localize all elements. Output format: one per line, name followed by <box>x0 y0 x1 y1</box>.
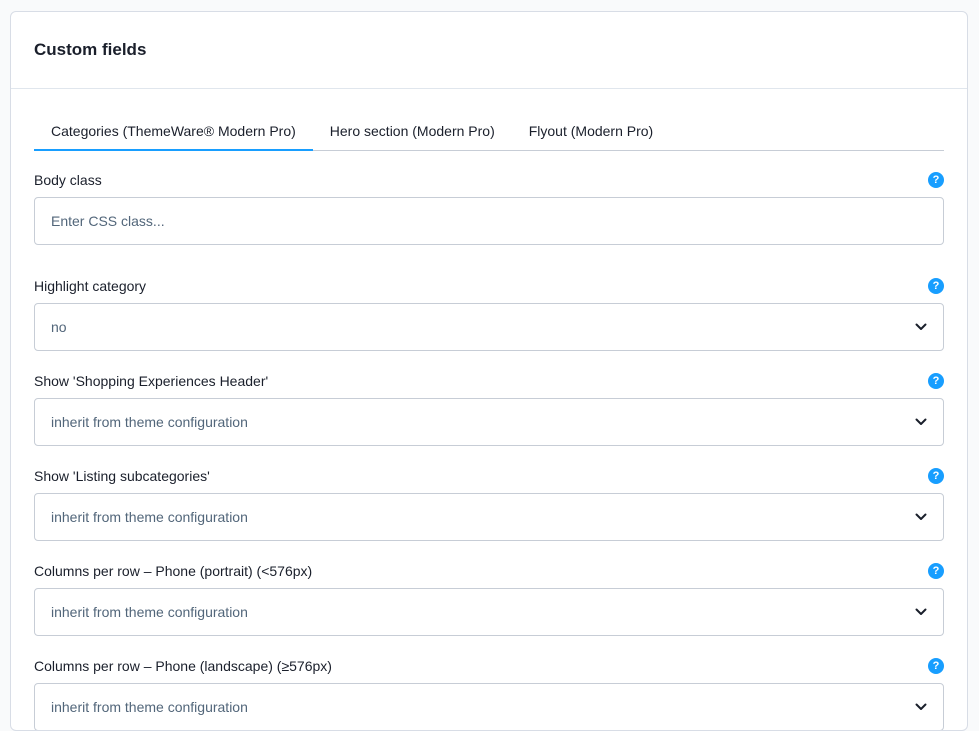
chevron-down-icon <box>915 321 927 333</box>
tab-bar: Categories (ThemeWare® Modern Pro) Hero … <box>34 111 944 151</box>
tab-flyout[interactable]: Flyout (Modern Pro) <box>512 111 670 150</box>
help-icon[interactable]: ? <box>928 278 944 294</box>
field-listing-subcategories: Show 'Listing subcategories' ? inherit f… <box>34 467 944 541</box>
select-value: inherit from theme configuration <box>51 509 248 525</box>
field-label-row: Columns per row – Phone (landscape) (≥57… <box>34 657 944 675</box>
tab-label: Categories (ThemeWare® Modern Pro) <box>51 122 296 139</box>
custom-fields-card: Custom fields Categories (ThemeWare® Mod… <box>10 11 968 731</box>
chevron-down-icon <box>915 701 927 713</box>
shopping-experiences-header-label: Show 'Shopping Experiences Header' <box>34 373 269 389</box>
columns-phone-portrait-select[interactable]: inherit from theme configuration <box>34 588 944 636</box>
tab-label: Hero section (Modern Pro) <box>329 122 495 139</box>
field-label-row: Columns per row – Phone (portrait) (<576… <box>34 562 944 580</box>
chevron-down-icon <box>915 416 927 428</box>
help-icon[interactable]: ? <box>928 563 944 579</box>
body-class-input[interactable] <box>34 197 944 245</box>
card-body: Categories (ThemeWare® Modern Pro) Hero … <box>11 111 967 730</box>
select-value: inherit from theme configuration <box>51 604 248 620</box>
highlight-category-label: Highlight category <box>34 278 147 294</box>
field-columns-phone-portrait: Columns per row – Phone (portrait) (<576… <box>34 562 944 636</box>
field-label-row: Show 'Shopping Experiences Header' ? <box>34 372 944 390</box>
columns-phone-landscape-label: Columns per row – Phone (landscape) (≥57… <box>34 658 332 674</box>
field-columns-phone-landscape: Columns per row – Phone (landscape) (≥57… <box>34 657 944 730</box>
select-value: no <box>51 319 67 335</box>
field-label-row: Show 'Listing subcategories' ? <box>34 467 944 485</box>
chevron-down-icon <box>915 511 927 523</box>
listing-subcategories-label: Show 'Listing subcategories' <box>34 468 210 484</box>
highlight-category-select[interactable]: no <box>34 303 944 351</box>
help-icon[interactable]: ? <box>928 172 944 188</box>
select-value: inherit from theme configuration <box>51 414 248 430</box>
select-value: inherit from theme configuration <box>51 699 248 715</box>
field-label-row: Highlight category ? <box>34 277 944 295</box>
help-icon[interactable]: ? <box>928 658 944 674</box>
tab-hero-section[interactable]: Hero section (Modern Pro) <box>313 111 512 150</box>
field-label-row: Body class ? <box>34 171 944 189</box>
tab-label: Flyout (Modern Pro) <box>528 122 654 139</box>
help-icon[interactable]: ? <box>928 373 944 389</box>
chevron-down-icon <box>915 606 927 618</box>
card-header: Custom fields <box>11 12 967 89</box>
shopping-experiences-header-select[interactable]: inherit from theme configuration <box>34 398 944 446</box>
listing-subcategories-select[interactable]: inherit from theme configuration <box>34 493 944 541</box>
field-highlight-category: Highlight category ? no <box>34 277 944 351</box>
columns-phone-portrait-label: Columns per row – Phone (portrait) (<576… <box>34 563 313 579</box>
help-icon[interactable]: ? <box>928 468 944 484</box>
tab-categories[interactable]: Categories (ThemeWare® Modern Pro) <box>34 111 313 151</box>
field-shopping-experiences-header: Show 'Shopping Experiences Header' ? inh… <box>34 372 944 446</box>
field-body-class: Body class ? <box>34 171 944 245</box>
body-class-label: Body class <box>34 172 102 188</box>
card-title: Custom fields <box>34 40 147 59</box>
columns-phone-landscape-select[interactable]: inherit from theme configuration <box>34 683 944 730</box>
